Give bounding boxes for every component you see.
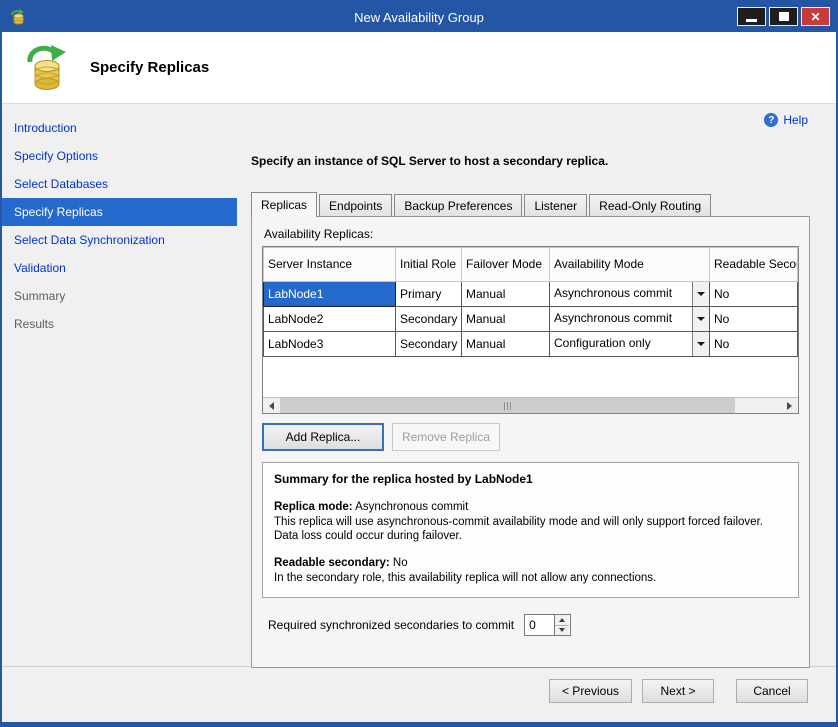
help-label: Help (783, 113, 808, 127)
minimize-icon (746, 19, 757, 22)
required-secondaries-row: Required synchronized secondaries to com… (262, 614, 799, 636)
replica-mode-summary: Replica mode: Asynchronous commit This r… (274, 500, 787, 545)
scrollbar-thumb[interactable] (280, 398, 735, 413)
tab-listener[interactable]: Listener (524, 194, 587, 216)
maximize-icon (779, 12, 789, 21)
scroll-right-icon (787, 402, 792, 410)
chevron-down-icon[interactable] (692, 332, 709, 356)
col-readable-secondary[interactable]: Readable Secondary (710, 248, 798, 282)
app-icon (10, 9, 26, 25)
initial-role-cell-1[interactable]: Secondary (396, 307, 462, 332)
sidebar-item-results: Results (2, 310, 237, 338)
availability-replicas-label: Availability Replicas: (264, 227, 799, 241)
window-controls: ✕ (737, 7, 830, 26)
next-button[interactable]: Next > (642, 679, 714, 703)
col-initial-role[interactable]: Initial Role (396, 248, 462, 282)
summary-title: Summary for the replica hosted by LabNod… (274, 472, 787, 488)
server-instance-cell-1[interactable]: LabNode2 (264, 307, 396, 332)
add-replica-button[interactable]: Add Replica... (262, 423, 384, 451)
sidebar-item-select-databases[interactable]: Select Databases (2, 170, 237, 198)
replica-row-labnode1[interactable]: LabNode1 Primary Manual Asynchronous com… (264, 282, 798, 307)
spin-down-button[interactable] (555, 625, 569, 636)
scroll-right-button[interactable] (781, 398, 798, 413)
server-instance-cell-0[interactable]: LabNode1 (264, 282, 396, 307)
new-availability-group-window: New Availability Group ✕ Specify Replica… (0, 0, 838, 727)
initial-role-cell-2[interactable]: Secondary (396, 332, 462, 357)
readable-secondary-cell-2[interactable]: No (710, 332, 798, 357)
window-title: New Availability Group (2, 10, 836, 25)
server-instance-cell-2[interactable]: LabNode3 (264, 332, 396, 357)
sidebar-item-specify-options[interactable]: Specify Options (2, 142, 237, 170)
replica-buttons-row: Add Replica... Remove Replica (262, 423, 799, 451)
required-secondaries-spinbox[interactable] (524, 614, 571, 636)
sidebar-item-introduction[interactable]: Introduction (2, 114, 237, 142)
minimize-button[interactable] (737, 7, 766, 26)
wizard-header: Specify Replicas (2, 32, 836, 104)
maximize-button[interactable] (769, 7, 798, 26)
replica-row-labnode3[interactable]: LabNode3 Secondary Manual Configuration … (264, 332, 798, 357)
availability-mode-dropdown-2[interactable]: Configuration only (550, 332, 710, 357)
failover-mode-cell-1[interactable]: Manual (462, 307, 550, 332)
replica-config-tabs: Replicas Endpoints Backup Preferences Li… (251, 192, 810, 216)
tab-read-only-routing[interactable]: Read-Only Routing (589, 194, 711, 216)
spin-down-icon (559, 628, 565, 632)
previous-button[interactable]: < Previous (549, 679, 632, 703)
sidebar-item-select-data-synchronization[interactable]: Select Data Synchronization (2, 226, 237, 254)
wizard-footer: < Previous Next > Cancel (2, 666, 836, 722)
instruction-text: Specify an instance of SQL Server to hos… (251, 154, 810, 168)
required-secondaries-label: Required synchronized secondaries to com… (268, 618, 514, 632)
help-icon: ? (764, 113, 778, 127)
horizontal-scrollbar[interactable] (263, 397, 798, 413)
help-link[interactable]: ? Help (764, 113, 808, 127)
spin-up-icon (559, 618, 565, 622)
page-title: Specify Replicas (90, 59, 209, 76)
tab-backup-preferences[interactable]: Backup Preferences (394, 194, 522, 216)
sidebar-item-validation[interactable]: Validation (2, 254, 237, 282)
scrollbar-track[interactable] (735, 398, 781, 413)
close-icon: ✕ (810, 11, 820, 23)
wizard-content: ? Help Specify an instance of SQL Server… (237, 104, 836, 666)
scroll-left-button[interactable] (263, 398, 280, 413)
grid-header-row: Server Instance Initial Role Failover Mo… (264, 248, 798, 282)
availability-mode-dropdown-0[interactable]: Asynchronous commit (550, 282, 710, 307)
close-button[interactable]: ✕ (801, 7, 830, 26)
col-server-instance[interactable]: Server Instance (264, 248, 396, 282)
scroll-left-icon (269, 402, 274, 410)
readable-secondary-cell-0[interactable]: No (710, 282, 798, 307)
availability-replicas-grid: Server Instance Initial Role Failover Mo… (262, 246, 799, 414)
spin-up-button[interactable] (555, 615, 569, 625)
readable-secondary-description: In the secondary role, this availability… (274, 571, 787, 586)
failover-mode-cell-0[interactable]: Manual (462, 282, 550, 307)
availability-group-icon (24, 44, 70, 97)
spin-buttons (554, 615, 569, 635)
remove-replica-button: Remove Replica (392, 423, 500, 451)
wizard-body: Introduction Specify Options Select Data… (2, 104, 836, 666)
readable-secondary-summary: Readable secondary: No In the secondary … (274, 556, 787, 586)
readable-secondary-label: Readable secondary: (274, 557, 390, 569)
replicas-tab-panel: Availability Replicas: Server Instance I… (251, 216, 810, 668)
readable-secondary-cell-1[interactable]: No (710, 307, 798, 332)
chevron-down-icon[interactable] (692, 307, 709, 331)
wizard-steps-sidebar: Introduction Specify Options Select Data… (2, 104, 237, 666)
failover-mode-cell-2[interactable]: Manual (462, 332, 550, 357)
col-failover-mode[interactable]: Failover Mode (462, 248, 550, 282)
cancel-button[interactable]: Cancel (736, 679, 808, 703)
chevron-down-icon[interactable] (692, 282, 709, 306)
col-availability-mode[interactable]: Availability Mode (550, 248, 710, 282)
required-secondaries-input[interactable] (525, 615, 554, 635)
titlebar[interactable]: New Availability Group ✕ (2, 2, 836, 32)
readable-secondary-value: No (390, 557, 408, 569)
replica-mode-value: Asynchronous commit (353, 501, 469, 513)
replica-mode-description: This replica will use asynchronous-commi… (274, 515, 787, 545)
tab-endpoints[interactable]: Endpoints (319, 194, 392, 216)
availability-mode-dropdown-1[interactable]: Asynchronous commit (550, 307, 710, 332)
initial-role-cell-0[interactable]: Primary (396, 282, 462, 307)
sidebar-item-specify-replicas[interactable]: Specify Replicas (2, 198, 237, 226)
replica-summary-panel: Summary for the replica hosted by LabNod… (262, 462, 799, 598)
replica-mode-label: Replica mode: (274, 501, 353, 513)
replica-row-labnode2[interactable]: LabNode2 Secondary Manual Asynchronous c… (264, 307, 798, 332)
tab-replicas[interactable]: Replicas (251, 192, 317, 217)
sidebar-item-summary: Summary (2, 282, 237, 310)
